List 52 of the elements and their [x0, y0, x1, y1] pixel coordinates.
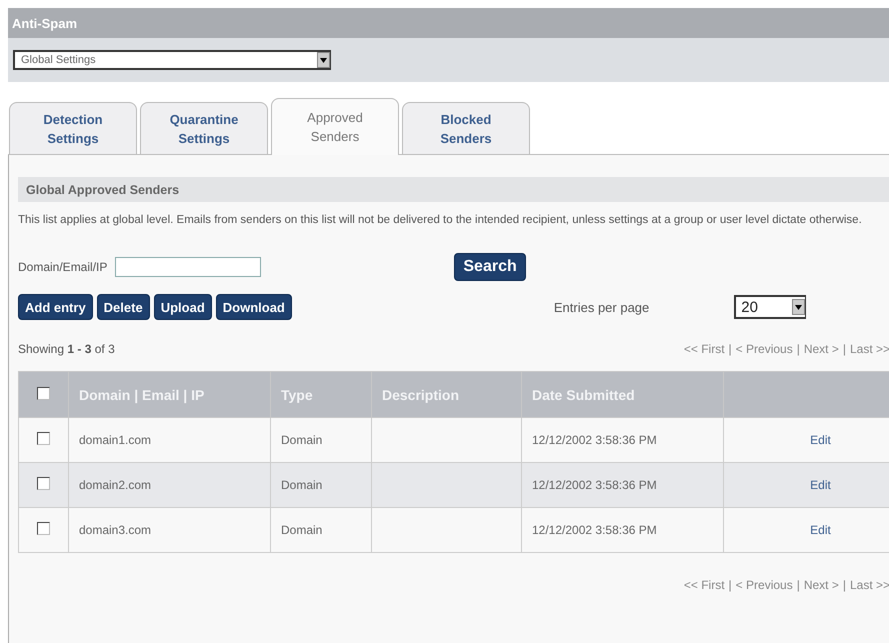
pager-separator: |	[728, 578, 732, 592]
row-checkbox[interactable]	[37, 477, 50, 490]
column-header: Domain | Email | IP	[68, 372, 270, 418]
entries-per-page-label: Entries per page	[554, 300, 650, 314]
table-cell: 12/12/2002 3:58:36 PM	[522, 462, 724, 508]
action-button[interactable]: Download	[216, 294, 292, 320]
domain-input-field[interactable]	[115, 257, 262, 277]
table-cell: 12/12/2002 3:58:36 PM	[522, 508, 724, 552]
scope-dropdown[interactable]: Global Settings	[13, 50, 331, 70]
pager-separator: |	[728, 342, 732, 356]
tab[interactable]: Approved Senders	[271, 98, 399, 155]
section-title: Global Approved Senders	[18, 177, 889, 202]
pager-separator: |	[796, 342, 800, 356]
table-cell: 12/12/2002 3:58:36 PM	[522, 418, 724, 462]
row-checkbox[interactable]	[37, 432, 50, 445]
pager-link[interactable]: << First	[684, 578, 725, 592]
edit-link[interactable]: Edit	[810, 523, 831, 537]
table-cell: Domain	[270, 508, 372, 552]
pager-link[interactable]: << First	[684, 342, 725, 356]
pager-link[interactable]: Last >>	[850, 578, 889, 592]
select-all-checkbox[interactable]	[37, 386, 50, 400]
pager-separator: |	[796, 578, 800, 592]
table-cell: domain1.com	[68, 418, 270, 462]
row-checkbox[interactable]	[37, 522, 50, 535]
search-button[interactable]: Search	[454, 253, 526, 281]
pager-separator: |	[842, 342, 846, 356]
tab[interactable]: Detection Settings	[9, 102, 137, 154]
pager-link[interactable]: < Previous	[736, 578, 793, 592]
table-cell: domain3.com	[68, 508, 270, 552]
table-cell: domain2.com	[68, 462, 270, 508]
tab[interactable]: Blocked Senders	[402, 102, 530, 154]
action-button[interactable]: Add entry	[18, 294, 93, 320]
section-description: This list applies at global level. Emails from senders on this list will not be delivered to the intended recipient, unless settings at a group or user level dictate otherwise.	[18, 213, 863, 228]
column-header: Description	[372, 372, 522, 418]
edit-link[interactable]: Edit	[810, 433, 831, 447]
pager-link[interactable]: < Previous	[736, 342, 793, 356]
action-button[interactable]: Upload	[154, 294, 212, 320]
edit-link[interactable]: Edit	[810, 478, 831, 492]
action-button[interactable]: Delete	[96, 294, 150, 320]
pager-link[interactable]: Next >	[804, 342, 839, 356]
pager-separator: |	[842, 578, 846, 592]
pager-link[interactable]: Next >	[804, 578, 839, 592]
entries-per-page-dropdown[interactable]: 20	[734, 295, 806, 319]
column-header: Type	[270, 372, 372, 418]
results-count: Showing 1 - 3 of 3	[18, 342, 115, 356]
column-header: Date Submitted	[522, 372, 724, 418]
field-label: Domain/Email/IP	[18, 260, 108, 274]
table-cell: Domain	[270, 418, 372, 462]
page-header: Anti-Spam	[8, 8, 889, 38]
pager-link[interactable]: Last >>	[850, 342, 889, 356]
tab[interactable]: Quarantine Settings	[140, 102, 268, 154]
table-cell: Domain	[270, 462, 372, 508]
